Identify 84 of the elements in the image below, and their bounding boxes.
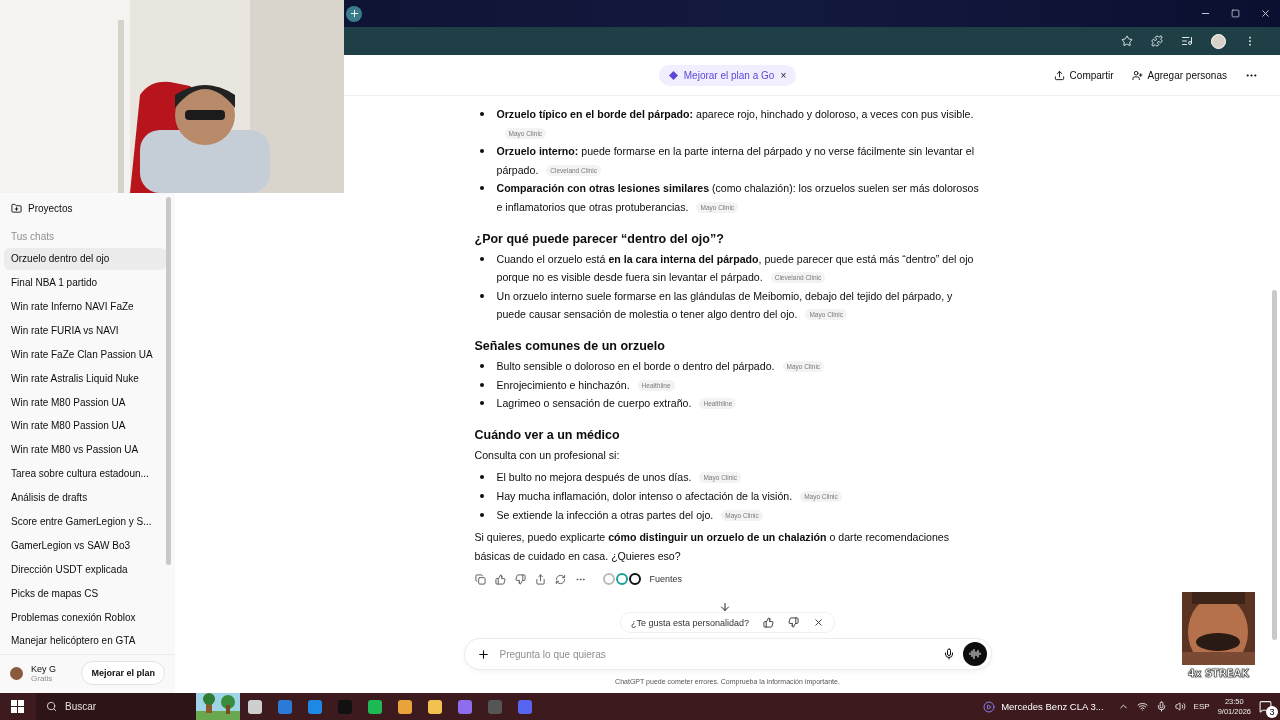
microphone-icon[interactable] xyxy=(942,648,955,660)
taskbar-search-field[interactable]: Buscar xyxy=(36,693,196,720)
feedback-question: ¿Te gusta esta personalidad? xyxy=(630,617,750,628)
chat-item[interactable]: Score entre GamerLegion y S... xyxy=(4,510,167,533)
close-icon[interactable] xyxy=(813,617,825,628)
voice-button[interactable] xyxy=(962,642,987,666)
chat-item[interactable]: Manejar helicóptero en GTA xyxy=(4,630,167,652)
chat-item[interactable]: Final NBA 1 partido xyxy=(4,271,167,294)
share-button[interactable]: Compartir xyxy=(1053,69,1114,81)
chat-item[interactable]: Orzuelo dentro del ojo xyxy=(4,247,167,270)
microphone-icon[interactable] xyxy=(1155,701,1167,712)
paragraph: Si quieres, puedo explicarte cómo distinguir un orzuelo de un chalazión o darte recomendaciones básicas de cuidado en casa. ¿Quieres eso? xyxy=(474,531,950,562)
bookmark-star-icon[interactable] xyxy=(1121,35,1133,47)
bullet xyxy=(479,475,484,480)
chat-item[interactable]: GamerLegion vs SAW Bo3 xyxy=(4,534,167,557)
chats-heading: Tus chats xyxy=(10,230,55,245)
network-icon[interactable] xyxy=(1136,701,1148,712)
folder-plus-icon xyxy=(11,203,22,215)
paragraph: Consulta con un profesional si: xyxy=(474,448,620,461)
scrollbar[interactable] xyxy=(166,197,171,565)
bullet xyxy=(479,186,484,191)
plus-icon[interactable] xyxy=(476,647,490,661)
bullet xyxy=(479,382,484,387)
bullet xyxy=(479,112,484,116)
bullet xyxy=(479,401,484,406)
section-heading: Cuándo ver a un médico xyxy=(474,427,621,442)
media-item[interactable]: Mercedes Benz CLA 3... xyxy=(983,700,1104,713)
puzzle-icon[interactable] xyxy=(1151,35,1163,47)
chat-item[interactable]: Picks de mapas CS xyxy=(4,582,167,605)
user-name: Key G xyxy=(31,663,56,674)
language-indicator[interactable]: ESP xyxy=(1193,702,1210,711)
chat-item[interactable]: Win rate Inferno NAVI FaZe xyxy=(4,295,167,318)
upgrade-pill[interactable]: Mejorar el plan a Go × xyxy=(658,64,797,86)
streak-label: 4x STREAK xyxy=(1188,668,1249,679)
section-heading: Señales comunes de un orzuelo xyxy=(474,338,666,353)
bullet xyxy=(479,493,484,498)
chat-item[interactable]: Win rate M80 Passion UA xyxy=(4,415,167,437)
upgrade-button[interactable]: Mejorar el plan xyxy=(81,661,165,685)
chat-item[interactable]: Dirección USDT explicada xyxy=(4,558,167,581)
maximize-icon xyxy=(1230,9,1240,18)
play-icon xyxy=(983,700,996,713)
section-heading: ¿Por qué puede parecer “dentro del ojo”? xyxy=(474,231,725,246)
add-people-button[interactable]: Agregar personas xyxy=(1131,69,1227,81)
scrollbar[interactable] xyxy=(1272,290,1277,640)
plus-icon xyxy=(348,8,360,19)
projects-item[interactable]: Proyectos xyxy=(28,203,73,215)
add-person-icon xyxy=(1131,69,1143,81)
profile-avatar[interactable] xyxy=(1211,33,1226,49)
bullet xyxy=(479,363,484,368)
thumbs-down-icon[interactable] xyxy=(514,573,526,585)
bullet xyxy=(479,256,484,261)
chat-item[interactable]: Win rate M80 vs Passion UA xyxy=(4,438,167,461)
share-icon[interactable] xyxy=(534,573,546,585)
volume-icon[interactable] xyxy=(1174,701,1186,712)
upgrade-pill-label: Mejorar el plan a Go xyxy=(683,69,775,81)
share-icon xyxy=(1053,69,1065,81)
sources-button[interactable]: Fuentes xyxy=(649,574,683,585)
thumbs-up-icon[interactable] xyxy=(494,573,506,585)
user-avatar xyxy=(10,666,23,680)
thumbs-up-icon[interactable] xyxy=(763,617,775,628)
regenerate-icon[interactable] xyxy=(554,573,566,585)
user-plan: Gratis xyxy=(31,673,54,683)
bullet xyxy=(479,149,484,154)
sound-wave-icon xyxy=(968,648,981,660)
notification-count: 3 xyxy=(1266,706,1278,718)
scroll-down-icon[interactable] xyxy=(719,601,732,613)
chat-item[interactable]: Win rate FaZe Clan Passion UA xyxy=(4,343,167,366)
bullet xyxy=(479,512,484,517)
chat-item[interactable]: Win rate M80 Passion UA xyxy=(4,391,167,413)
media-list-icon[interactable] xyxy=(1181,35,1193,47)
source-logos-icon xyxy=(602,573,641,586)
chat-item[interactable]: Análisis de drafts xyxy=(4,486,167,509)
bullet xyxy=(479,293,484,298)
new-tab-button[interactable] xyxy=(346,5,362,22)
close-pill-button[interactable]: × xyxy=(780,69,787,81)
thumbs-down-icon[interactable] xyxy=(788,617,800,628)
chat-item[interactable]: Win rate Astralis Liquid Nuke xyxy=(4,367,167,390)
copy-icon[interactable] xyxy=(474,573,486,585)
chat-item[interactable]: Problemas conexión Roblox xyxy=(4,606,167,629)
chat-item[interactable]: Tarea sobre cultura estadoun... xyxy=(4,462,167,485)
close-icon xyxy=(1259,8,1271,19)
diamond-icon xyxy=(668,70,678,80)
chat-item[interactable]: Win rate FURIA vs NAVI xyxy=(4,319,167,342)
search-icon xyxy=(46,701,57,712)
